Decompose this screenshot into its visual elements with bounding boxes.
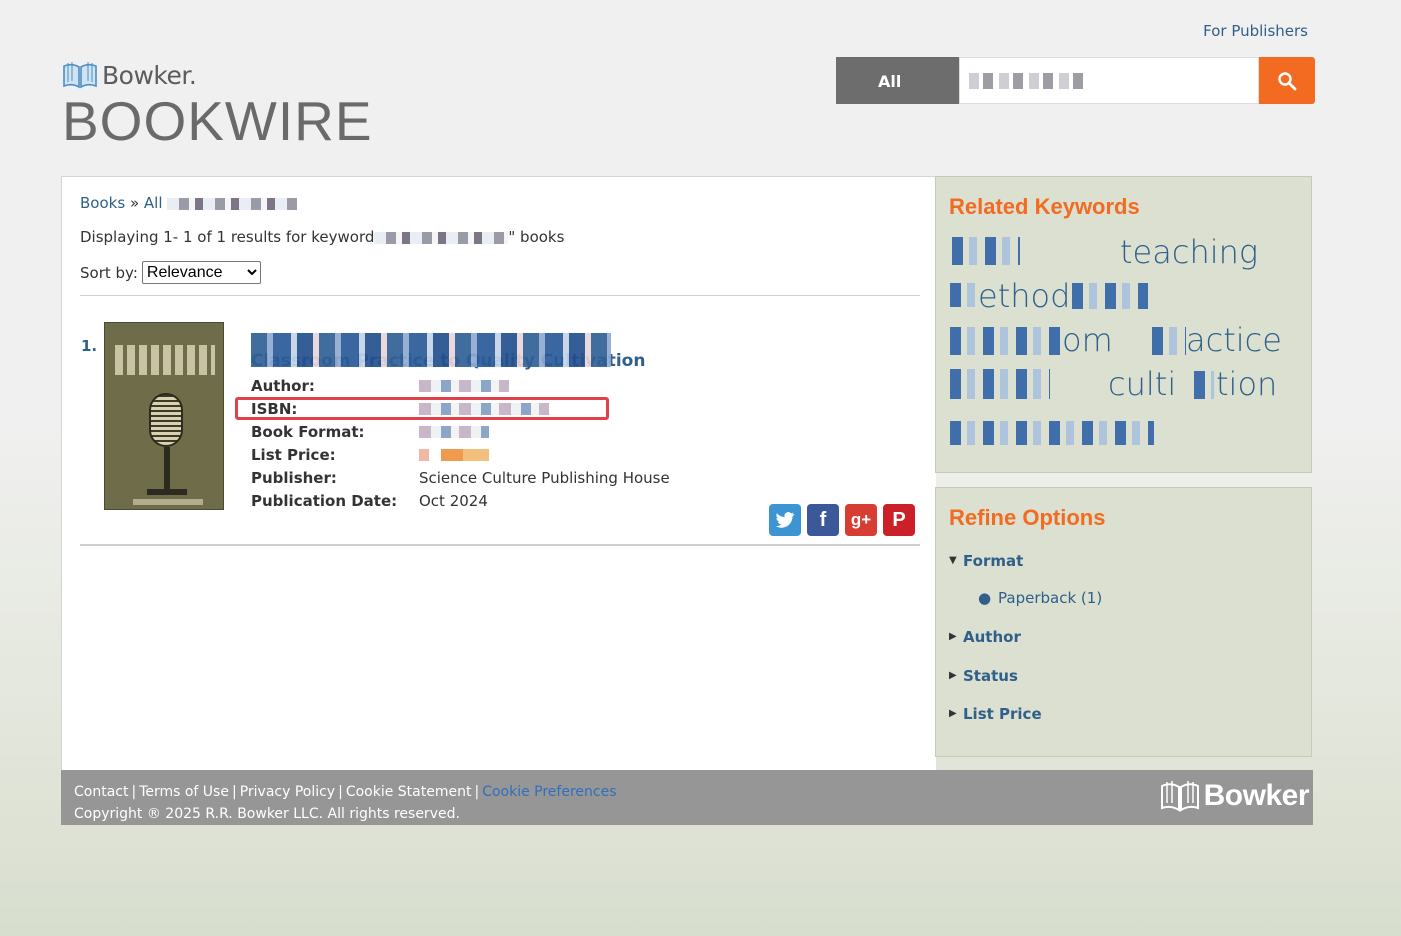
result-number: 1.	[81, 337, 98, 355]
footer-links: Contact | Terms of Use | Privacy Policy | Cook…	[74, 784, 617, 800]
footer-bowker-logo[interactable]: Bowker	[1160, 779, 1310, 813]
refine-list-price[interactable]: ▶ List Price	[949, 705, 1042, 723]
bowker-bookwire-logo[interactable]: Bowker. BOOKWIRE	[62, 60, 373, 152]
refine-format-label: Format	[963, 552, 1024, 570]
refine-options-heading: Refine Options	[949, 505, 1106, 530]
pub-date-label: Publication Date:	[251, 491, 398, 510]
results-summary-suffix: " books	[508, 228, 565, 246]
footer: Contact | Terms of Use | Privacy Policy | Cook…	[61, 770, 1313, 825]
footer-separator: |	[231, 784, 237, 800]
refine-options-panel: Refine Options ▼ Format ● Paperback (1) …	[935, 487, 1312, 757]
keyword-link[interactable]: om	[1062, 321, 1113, 359]
footer-cookie-preferences-link[interactable]: Cookie Preferences	[482, 784, 616, 800]
open-book-icon	[63, 62, 97, 89]
refine-author-label: Author	[963, 628, 1021, 646]
keyword-link[interactable]: ethod	[978, 277, 1070, 315]
footer-cookie-statement-link[interactable]: Cookie Statement	[346, 784, 472, 800]
open-book-icon	[1160, 781, 1199, 812]
logo-bookwire-text: BOOKWIRE	[62, 90, 373, 152]
search-category-dropdown[interactable]: All	[836, 57, 960, 104]
divider	[80, 295, 920, 296]
pub-date-value: Oct 2024	[419, 491, 488, 510]
keyword-link[interactable]: actice	[1186, 321, 1282, 359]
redacted-keyword-link	[952, 237, 1020, 265]
redacted-keyword-link	[950, 421, 1154, 445]
results-summary-prefix: Displaying 1- 1 of 1 results for keyword	[80, 228, 375, 246]
footer-separator: |	[474, 784, 480, 800]
results-panel: Books » All Displaying 1- 1 of 1 results…	[61, 176, 936, 772]
redacted-keyword	[167, 197, 298, 210]
caret-right-icon: ▶	[949, 631, 957, 642]
sort-select[interactable]: Relevance	[141, 261, 261, 284]
twitter-icon[interactable]	[769, 504, 801, 536]
detail-price: List Price:	[251, 443, 670, 466]
redacted-keyword-link	[950, 369, 1050, 399]
divider	[80, 544, 920, 546]
isbn-highlight-box	[235, 397, 609, 420]
google-plus-icon[interactable]: g+	[845, 504, 877, 536]
price-label: List Price:	[251, 445, 336, 464]
related-keywords-heading: Related Keywords	[949, 194, 1140, 219]
redacted-keyword-link	[1152, 327, 1186, 355]
breadcrumb-separator: »	[129, 194, 140, 212]
keyword-link[interactable]: tion	[1216, 365, 1277, 403]
book-cover-image[interactable]	[104, 322, 224, 510]
copyright-text: Copyright ® 2025 R.R. Bowker LLC. All ri…	[74, 806, 460, 822]
sort-label: Sort by:	[80, 263, 138, 282]
social-share-buttons: f g+ P	[769, 504, 915, 536]
search-icon	[1278, 71, 1297, 90]
detail-author: Author:	[251, 374, 670, 397]
refine-paperback-label: Paperback	[998, 589, 1077, 607]
related-keywords-panel: Related Keywords teaching ethod om actic…	[935, 176, 1312, 473]
redacted-keyword	[374, 231, 509, 244]
redacted-format	[419, 425, 489, 438]
footer-separator: |	[131, 784, 137, 800]
sort-control: Sort by: Relevance	[80, 261, 261, 284]
redacted-keyword-link	[1072, 283, 1148, 309]
author-label: Author:	[251, 376, 315, 395]
redacted-price	[419, 448, 489, 461]
facebook-icon[interactable]: f	[807, 504, 839, 536]
bullet-icon: ●	[978, 589, 992, 607]
search-button[interactable]	[1259, 57, 1315, 104]
breadcrumb-books[interactable]: Books	[80, 194, 125, 212]
caret-right-icon: ▶	[949, 670, 957, 681]
refine-status-label: Status	[963, 667, 1018, 685]
footer-contact-link[interactable]: Contact	[74, 784, 128, 800]
pinterest-icon[interactable]: P	[883, 504, 915, 536]
footer-separator: |	[338, 784, 343, 800]
footer-privacy-link[interactable]: Privacy Policy	[240, 784, 335, 800]
detail-publisher: Publisher: Science Culture Publishing Ho…	[251, 466, 670, 489]
refine-paperback[interactable]: ● Paperback (1)	[978, 589, 1103, 607]
footer-logo-text: Bowker	[1203, 779, 1310, 812]
results-summary: Displaying 1- 1 of 1 results for keyword…	[80, 228, 564, 246]
refine-format[interactable]: ▼ Format	[949, 552, 1024, 570]
footer-terms-link[interactable]: Terms of Use	[139, 784, 229, 800]
keyword-link[interactable]: teaching	[1120, 233, 1258, 271]
refine-author[interactable]: ▶ Author	[949, 628, 1021, 646]
refine-paperback-count: (1)	[1080, 589, 1103, 607]
search-bar: All	[836, 57, 1315, 104]
book-details: Author: ISBN: Book Format: List Price: P…	[251, 374, 670, 512]
detail-pub-date: Publication Date: Oct 2024	[251, 489, 670, 512]
format-label: Book Format:	[251, 422, 365, 441]
refine-list-price-label: List Price	[963, 705, 1042, 723]
for-publishers-link[interactable]: For Publishers	[1203, 22, 1308, 40]
breadcrumb-all[interactable]: All	[144, 194, 163, 212]
redacted-query	[969, 73, 1090, 89]
keyword-link[interactable]: culti	[1108, 365, 1176, 403]
redacted-keyword-link	[1194, 371, 1214, 399]
redacted-author	[419, 379, 509, 392]
breadcrumb: Books » All	[80, 194, 298, 212]
caret-right-icon: ▶	[949, 708, 957, 719]
detail-format: Book Format:	[251, 420, 670, 443]
redacted-keyword-link	[950, 327, 1060, 355]
caret-down-icon: ▼	[949, 555, 957, 566]
redacted-keyword-link	[950, 283, 978, 307]
redacted-title	[251, 333, 611, 367]
publisher-value: Science Culture Publishing House	[419, 468, 670, 487]
logo-bowker-text: Bowker.	[102, 60, 197, 90]
refine-status[interactable]: ▶ Status	[949, 667, 1018, 685]
publisher-label: Publisher:	[251, 468, 337, 487]
